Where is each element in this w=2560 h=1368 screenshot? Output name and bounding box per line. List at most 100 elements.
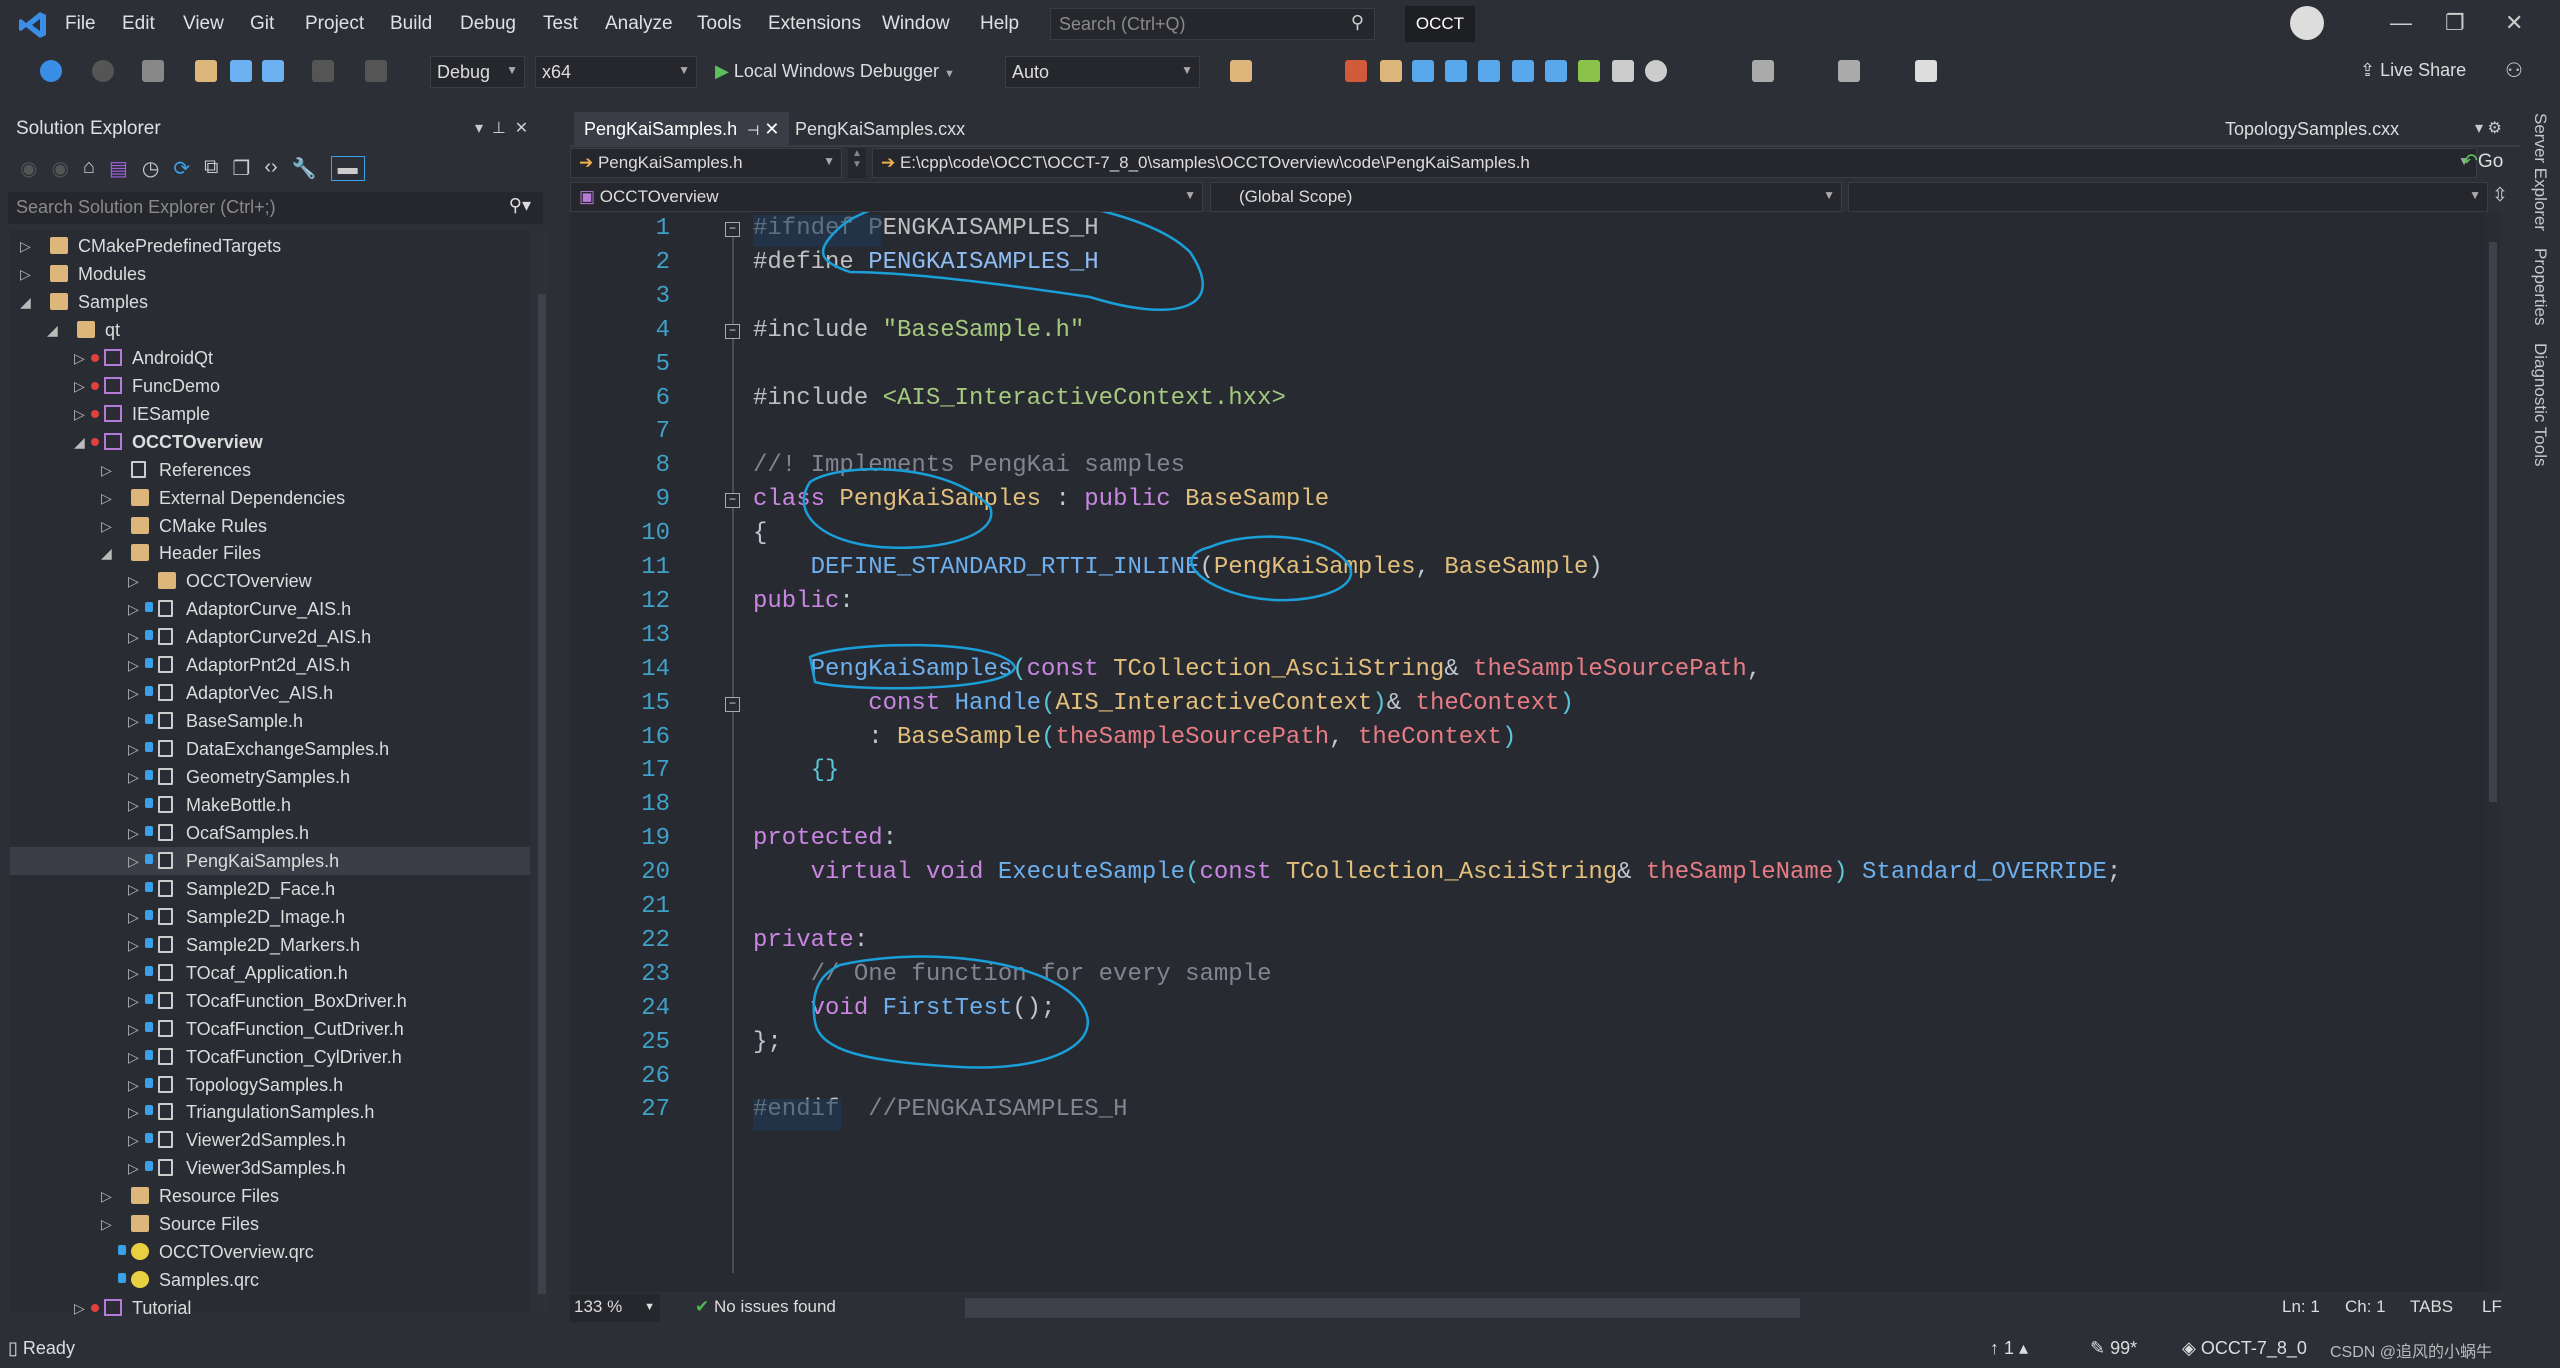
collapsed-arrow-icon[interactable]: ▷ — [128, 847, 139, 875]
undo-icon[interactable] — [312, 60, 334, 82]
horizontal-scrollbar[interactable] — [965, 1298, 1800, 1318]
file-select[interactable]: ➔ PengKaiSamples.h ▼ — [570, 148, 842, 178]
server-explorer-tab[interactable]: Server Explorer — [2530, 113, 2550, 231]
tool-icon[interactable] — [1545, 60, 1567, 82]
tree-item[interactable]: ▷ Viewer2dSamples.h — [10, 1126, 530, 1154]
tool-icon[interactable] — [1478, 60, 1500, 82]
solution-explorer-search[interactable]: Search Solution Explorer (Ctrl+;) ⚲▾ — [8, 192, 543, 224]
tree-item[interactable]: ▷ FuncDemo — [10, 372, 530, 400]
gear-icon[interactable]: ⚙ — [2487, 120, 2501, 137]
tool-icon[interactable] — [1752, 60, 1774, 82]
project-select[interactable]: ▣ OCCTOverview ▼ — [570, 182, 1203, 212]
code-editor[interactable]: 1#ifndef PENGKAISAMPLES_H2#define PENGKA… — [570, 212, 2500, 1292]
tree-item[interactable]: ◢ Header Files — [10, 539, 530, 567]
menu-help[interactable]: Help — [980, 13, 1019, 35]
home-icon[interactable]: ⌂ — [83, 156, 95, 181]
split-icon[interactable]: ⇳ — [2492, 184, 2508, 207]
collapsed-arrow-icon[interactable]: ▷ — [20, 232, 31, 260]
issues-indicator[interactable]: ✔ No issues found — [695, 1297, 836, 1317]
file-spinner[interactable]: ▲ ▼ — [848, 148, 866, 178]
collapsed-arrow-icon[interactable]: ▷ — [74, 1294, 85, 1322]
collapsed-arrow-icon[interactable]: ▷ — [101, 1210, 112, 1238]
tree-item[interactable]: ▷ TOcafFunction_CylDriver.h — [10, 1043, 530, 1071]
collapsed-arrow-icon[interactable]: ▷ — [128, 1126, 139, 1154]
redo-icon[interactable] — [365, 60, 387, 82]
tree-item[interactable]: ▷ AndroidQt — [10, 344, 530, 372]
live-share-button[interactable]: ⇪ Live Share — [2360, 60, 2466, 81]
collapsed-arrow-icon[interactable]: ▷ — [128, 959, 139, 987]
search-input[interactable]: Search (Ctrl+Q) ⚲ — [1050, 8, 1375, 40]
go-button[interactable]: ↶Go — [2462, 150, 2503, 173]
tree-item[interactable]: ▷ DataExchangeSamples.h — [10, 735, 530, 763]
path-input[interactable]: ➔ E:\cpp\code\OCCT\OCCT-7_8_0\samples\OC… — [872, 148, 2477, 178]
collapsed-arrow-icon[interactable]: ▷ — [128, 1154, 139, 1182]
platform-select[interactable]: x64 ▼ — [535, 56, 697, 88]
switch-views-icon[interactable]: ▤ — [109, 156, 128, 181]
feedback-icon[interactable]: ⚇ — [2505, 58, 2523, 83]
collapse-all-icon[interactable]: ⧉ — [204, 156, 218, 181]
account-avatar[interactable] — [2290, 6, 2324, 40]
collapsed-arrow-icon[interactable]: ▷ — [128, 903, 139, 931]
tree-item[interactable]: ▷ CMake Rules — [10, 512, 530, 540]
properties-tab[interactable]: Properties — [2530, 248, 2550, 325]
expanded-arrow-icon[interactable]: ◢ — [47, 316, 58, 344]
tool-icon[interactable] — [1512, 60, 1534, 82]
tree-item[interactable]: ▷ BaseSample.h — [10, 707, 530, 735]
configuration-select[interactable]: Debug ▼ — [430, 56, 525, 88]
tree-item[interactable]: ▷ MakeBottle.h — [10, 791, 530, 819]
tool-icon[interactable] — [1412, 60, 1434, 82]
save-icon[interactable] — [230, 60, 252, 82]
collapsed-arrow-icon[interactable]: ▷ — [74, 372, 85, 400]
close-icon[interactable]: ✕ — [764, 119, 779, 139]
eol-indicator[interactable]: LF — [2482, 1297, 2502, 1317]
collapsed-arrow-icon[interactable]: ▷ — [128, 819, 139, 847]
tool-icon[interactable] — [1345, 60, 1367, 82]
chevron-down-icon[interactable]: ▾ — [475, 120, 483, 137]
menu-edit[interactable]: Edit — [122, 13, 155, 35]
collapsed-arrow-icon[interactable]: ▷ — [128, 1015, 139, 1043]
new-item-icon[interactable] — [142, 60, 164, 82]
tool-icon[interactable] — [1838, 60, 1860, 82]
tree-item[interactable]: ▷ PengKaiSamples.h — [10, 846, 530, 875]
menu-file[interactable]: File — [65, 13, 96, 35]
fold-toggle-icon[interactable]: − — [725, 696, 740, 712]
preview-icon[interactable]: ▬ — [330, 156, 365, 181]
fold-toggle-icon[interactable]: − — [725, 323, 740, 339]
menu-project[interactable]: Project — [305, 13, 364, 35]
tree-item[interactable]: ▷ Modules — [10, 260, 530, 288]
tab-options[interactable]: ▾ ⚙ — [2475, 118, 2502, 138]
tree-item[interactable]: ▷ External Dependencies — [10, 484, 530, 512]
collapsed-arrow-icon[interactable]: ▷ — [101, 484, 112, 512]
menu-git[interactable]: Git — [250, 13, 274, 35]
collapsed-arrow-icon[interactable]: ▷ — [74, 344, 85, 372]
pending-changes-icon[interactable]: ◷ — [142, 156, 159, 181]
tree-item[interactable]: ▷ OcafSamples.h — [10, 819, 530, 847]
spellcheck-icon[interactable] — [1578, 60, 1600, 82]
tree-item[interactable]: ▷ AdaptorPnt2d_AIS.h — [10, 651, 530, 679]
editor-scrollbar-thumb[interactable] — [2489, 242, 2497, 802]
back-icon[interactable] — [40, 60, 62, 82]
tree-item[interactable]: ◢ Samples — [10, 288, 530, 316]
properties-icon[interactable]: 🔧 — [292, 156, 317, 181]
menu-analyze[interactable]: Analyze — [605, 13, 673, 35]
collapsed-arrow-icon[interactable]: ▷ — [128, 623, 139, 651]
tab-pengkaisamples-h[interactable]: PengKaiSamples.h ⊣ ✕ — [574, 112, 790, 146]
collapsed-arrow-icon[interactable]: ▷ — [128, 875, 139, 903]
tree-item[interactable]: ▷ Tutorial — [10, 1294, 530, 1322]
open-icon[interactable] — [195, 60, 217, 82]
menu-debug[interactable]: Debug — [460, 13, 516, 35]
collapsed-arrow-icon[interactable]: ▷ — [101, 456, 112, 484]
tree-item[interactable]: ▷ Viewer3dSamples.h — [10, 1154, 530, 1182]
zoom-select[interactable]: 133 % ▼ — [570, 1294, 660, 1322]
menu-view[interactable]: View — [183, 13, 224, 35]
changes-indicator[interactable]: ✎ 99* — [2090, 1338, 2137, 1359]
menu-extensions[interactable]: Extensions — [768, 13, 861, 35]
collapsed-arrow-icon[interactable]: ▷ — [20, 260, 31, 288]
forward-icon[interactable] — [92, 60, 114, 82]
sync-icon[interactable]: ⟳ — [173, 156, 190, 181]
collapsed-arrow-icon[interactable]: ▷ — [128, 735, 139, 763]
tree-item[interactable]: ◢ qt — [10, 316, 530, 344]
tool-icon[interactable] — [1380, 60, 1402, 82]
tab-pengkaisamples-cxx[interactable]: PengKaiSamples.cxx — [785, 112, 975, 146]
scope-select[interactable]: (Global Scope) ▼ — [1210, 182, 1842, 212]
